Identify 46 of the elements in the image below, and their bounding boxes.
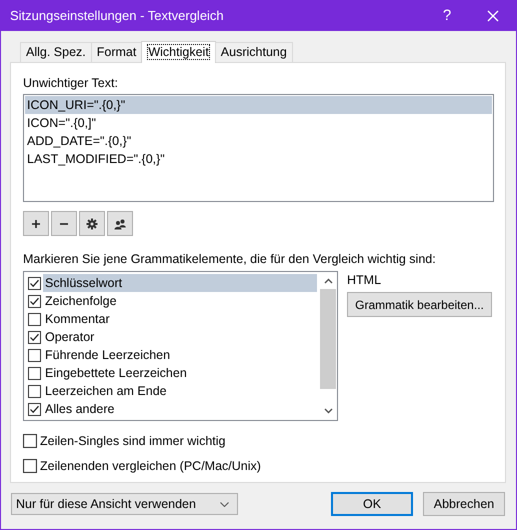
grammar-label: Markieren Sie jene Grammatikelemente, die für den Vergleich wichtig sind: xyxy=(23,252,437,266)
list-item[interactable]: LAST_MODIFIED=".{0,}" xyxy=(25,150,492,168)
grammar-item[interactable]: Zeichenfolge xyxy=(43,292,317,310)
people-icon xyxy=(114,218,126,230)
checkbox[interactable] xyxy=(28,276,41,290)
grammar-item[interactable]: Kommentar xyxy=(43,310,317,328)
list-item[interactable]: ICON=".{0,]" xyxy=(25,114,492,132)
checkbox[interactable] xyxy=(28,402,41,416)
list-label: Unwichtiger Text: xyxy=(23,76,119,90)
checkbox[interactable] xyxy=(28,348,41,362)
people-button[interactable] xyxy=(107,211,133,236)
grammar-item[interactable]: Alles andere xyxy=(43,400,317,418)
dialog-button[interactable]: OK xyxy=(331,492,413,516)
checkbox[interactable] xyxy=(28,312,41,326)
chevron-down-icon xyxy=(220,502,229,506)
grammar-item[interactable]: Leerzeichen am Ende xyxy=(43,382,317,400)
window-title: Sitzungseinstellungen - Textvergleich xyxy=(10,8,225,23)
list-item[interactable]: ICON_URI=".{0,}" xyxy=(25,96,492,114)
grammar-item[interactable]: Operator xyxy=(43,328,317,346)
tab[interactable]: Allg. Spez. xyxy=(20,42,92,62)
grammar-item[interactable]: Schlüsselwort xyxy=(43,274,317,292)
checkbox[interactable] xyxy=(28,366,41,380)
tab[interactable]: Wichtigkeit xyxy=(141,41,216,63)
plus-icon xyxy=(30,218,42,230)
close-icon[interactable] xyxy=(487,10,499,22)
scrollbar-thumb[interactable] xyxy=(320,289,336,389)
tab[interactable]: Ausrichtung xyxy=(214,42,293,62)
help-button[interactable]: ? xyxy=(424,7,470,24)
dialog-button[interactable]: Abbrechen xyxy=(423,492,505,516)
checkbox[interactable] xyxy=(28,294,41,308)
gear-button[interactable] xyxy=(79,211,105,236)
language-name: HTML xyxy=(347,273,382,287)
edit-grammar-button[interactable]: Grammatik bearbeiten... xyxy=(347,292,492,317)
checkbox[interactable] xyxy=(23,434,37,448)
option-label[interactable]: Zeilen-Singles sind immer wichtig xyxy=(40,434,226,448)
gear-icon xyxy=(86,218,98,230)
grammar-item[interactable]: Führende Leerzeichen xyxy=(43,346,317,364)
grammar-item[interactable]: Eingebettete Leerzeichen xyxy=(43,364,317,382)
list-item[interactable]: ADD_DATE=".{0,}" xyxy=(25,132,492,150)
option-label[interactable]: Zeilenenden vergleichen (PC/Mac/Unix) xyxy=(40,459,261,473)
scope-dropdown[interactable]: Nur für diese Ansicht verwenden xyxy=(11,493,238,515)
checkbox[interactable] xyxy=(28,384,41,398)
checkbox[interactable] xyxy=(28,330,41,344)
minus-button[interactable] xyxy=(51,211,77,236)
checkbox[interactable] xyxy=(23,459,37,473)
plus-button[interactable] xyxy=(23,211,49,236)
